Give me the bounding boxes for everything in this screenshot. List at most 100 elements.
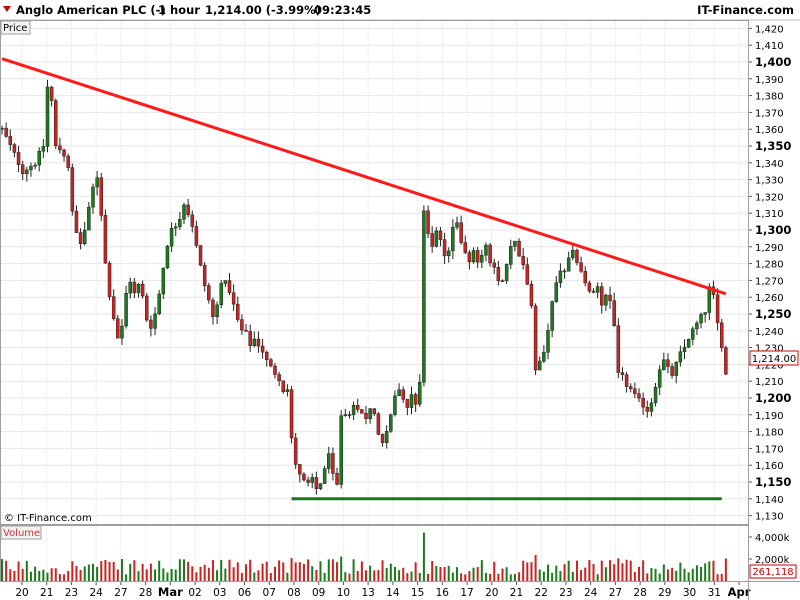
price-tick-label: 1,270 (755, 276, 784, 287)
volume-bar (25, 560, 28, 581)
volume-bar (642, 560, 645, 581)
candle-body (169, 227, 174, 247)
volume-bar (555, 565, 558, 581)
candle-body (45, 86, 50, 147)
candle-body (641, 397, 645, 408)
volume-bar (373, 570, 376, 581)
volume-bar (108, 562, 111, 581)
candle-body (397, 389, 401, 397)
volume-bar (54, 568, 57, 581)
volume-bar (513, 574, 516, 581)
volume-bar (518, 572, 521, 581)
candle-body (459, 222, 463, 243)
volume-bar (67, 571, 70, 581)
volume-bar (671, 567, 674, 581)
brand-label: IT-Finance.com (697, 3, 794, 17)
volume-bar (575, 560, 578, 581)
volume-bar (559, 571, 562, 581)
price-tick-label: 1,180 (755, 428, 784, 439)
candle-body (107, 262, 112, 297)
volume-bar (538, 569, 541, 581)
price-tick-label: 1,130 (755, 512, 784, 523)
volume-bar (460, 573, 463, 581)
volume-bar (125, 574, 128, 581)
volume-bar (5, 560, 8, 581)
volume-bar (551, 572, 554, 581)
volume-bar (571, 571, 574, 581)
volume-bar (211, 560, 214, 581)
volume-bar (658, 573, 661, 581)
volume-bar (46, 572, 49, 581)
candle-body (186, 204, 190, 216)
candle-body (29, 165, 33, 171)
candle-body (591, 290, 596, 293)
volume-bar (220, 559, 223, 581)
time-axis-label: 21 (40, 587, 53, 599)
candle-body (70, 167, 75, 212)
candle-body (715, 294, 720, 324)
candle-body (517, 240, 521, 257)
candle-body (413, 394, 418, 405)
volume-bar (137, 571, 140, 581)
volume-bar (588, 559, 591, 581)
volume-bar (621, 563, 624, 581)
volume-bar (174, 569, 177, 581)
volume-bar (100, 561, 103, 581)
candle-body (182, 204, 186, 220)
candle-body (633, 388, 637, 394)
volume-bar (327, 559, 330, 581)
price-tick-label: 1,340 (755, 159, 784, 170)
volume-bar (662, 564, 665, 581)
volume-bar (319, 561, 322, 581)
candle-body (132, 281, 137, 293)
candle-body (331, 453, 335, 474)
time-axis-label: 28 (139, 587, 152, 599)
volume-bar (348, 573, 351, 581)
candle-body (289, 389, 294, 439)
candle-body (475, 250, 480, 263)
volume-bar (633, 571, 636, 581)
volume-bar (340, 556, 343, 581)
candle-body (306, 479, 310, 483)
volume-bar (505, 567, 508, 581)
volume-bar (75, 565, 78, 581)
candle-body (264, 351, 269, 360)
volume-bar (116, 569, 119, 581)
candle-body (240, 319, 244, 331)
candle-body (467, 252, 472, 263)
candle-body (703, 312, 707, 315)
volume-bar (646, 573, 649, 581)
time-axis-label: 15 (411, 587, 424, 599)
volume-bar (406, 573, 409, 581)
time-axis-label: 16 (436, 587, 450, 599)
time-axis-label: 09 (312, 587, 325, 599)
candle-body (66, 155, 70, 168)
candle-body (628, 386, 633, 390)
candle-body (500, 280, 505, 282)
candle-body (111, 296, 116, 319)
price-tick-label: 1,300 (755, 223, 791, 237)
price-tick-label: 1,240 (755, 327, 784, 338)
candle-body (157, 293, 161, 315)
candle-body (376, 413, 381, 435)
candle-body (546, 330, 550, 353)
volume-bar (79, 569, 82, 581)
price-tick-label: 1,390 (755, 75, 784, 86)
volume-bar (385, 568, 388, 581)
volume-bar (613, 564, 616, 581)
candle-body (384, 430, 389, 443)
candle-body (91, 186, 95, 208)
time-axis-label: 27 (114, 587, 127, 599)
volume-bar (700, 566, 703, 581)
candle-body (422, 210, 426, 383)
candle-body (260, 345, 265, 353)
time-axis-label: 20 (15, 587, 28, 599)
candle-body (562, 270, 567, 273)
time-axis-label: 13 (361, 587, 374, 599)
candle-body (219, 283, 223, 306)
volume-bar (402, 567, 405, 581)
candle-body (318, 483, 323, 489)
volume-bar (265, 561, 268, 581)
price-tick-label: 1,280 (755, 260, 784, 271)
candle-body (95, 177, 99, 188)
